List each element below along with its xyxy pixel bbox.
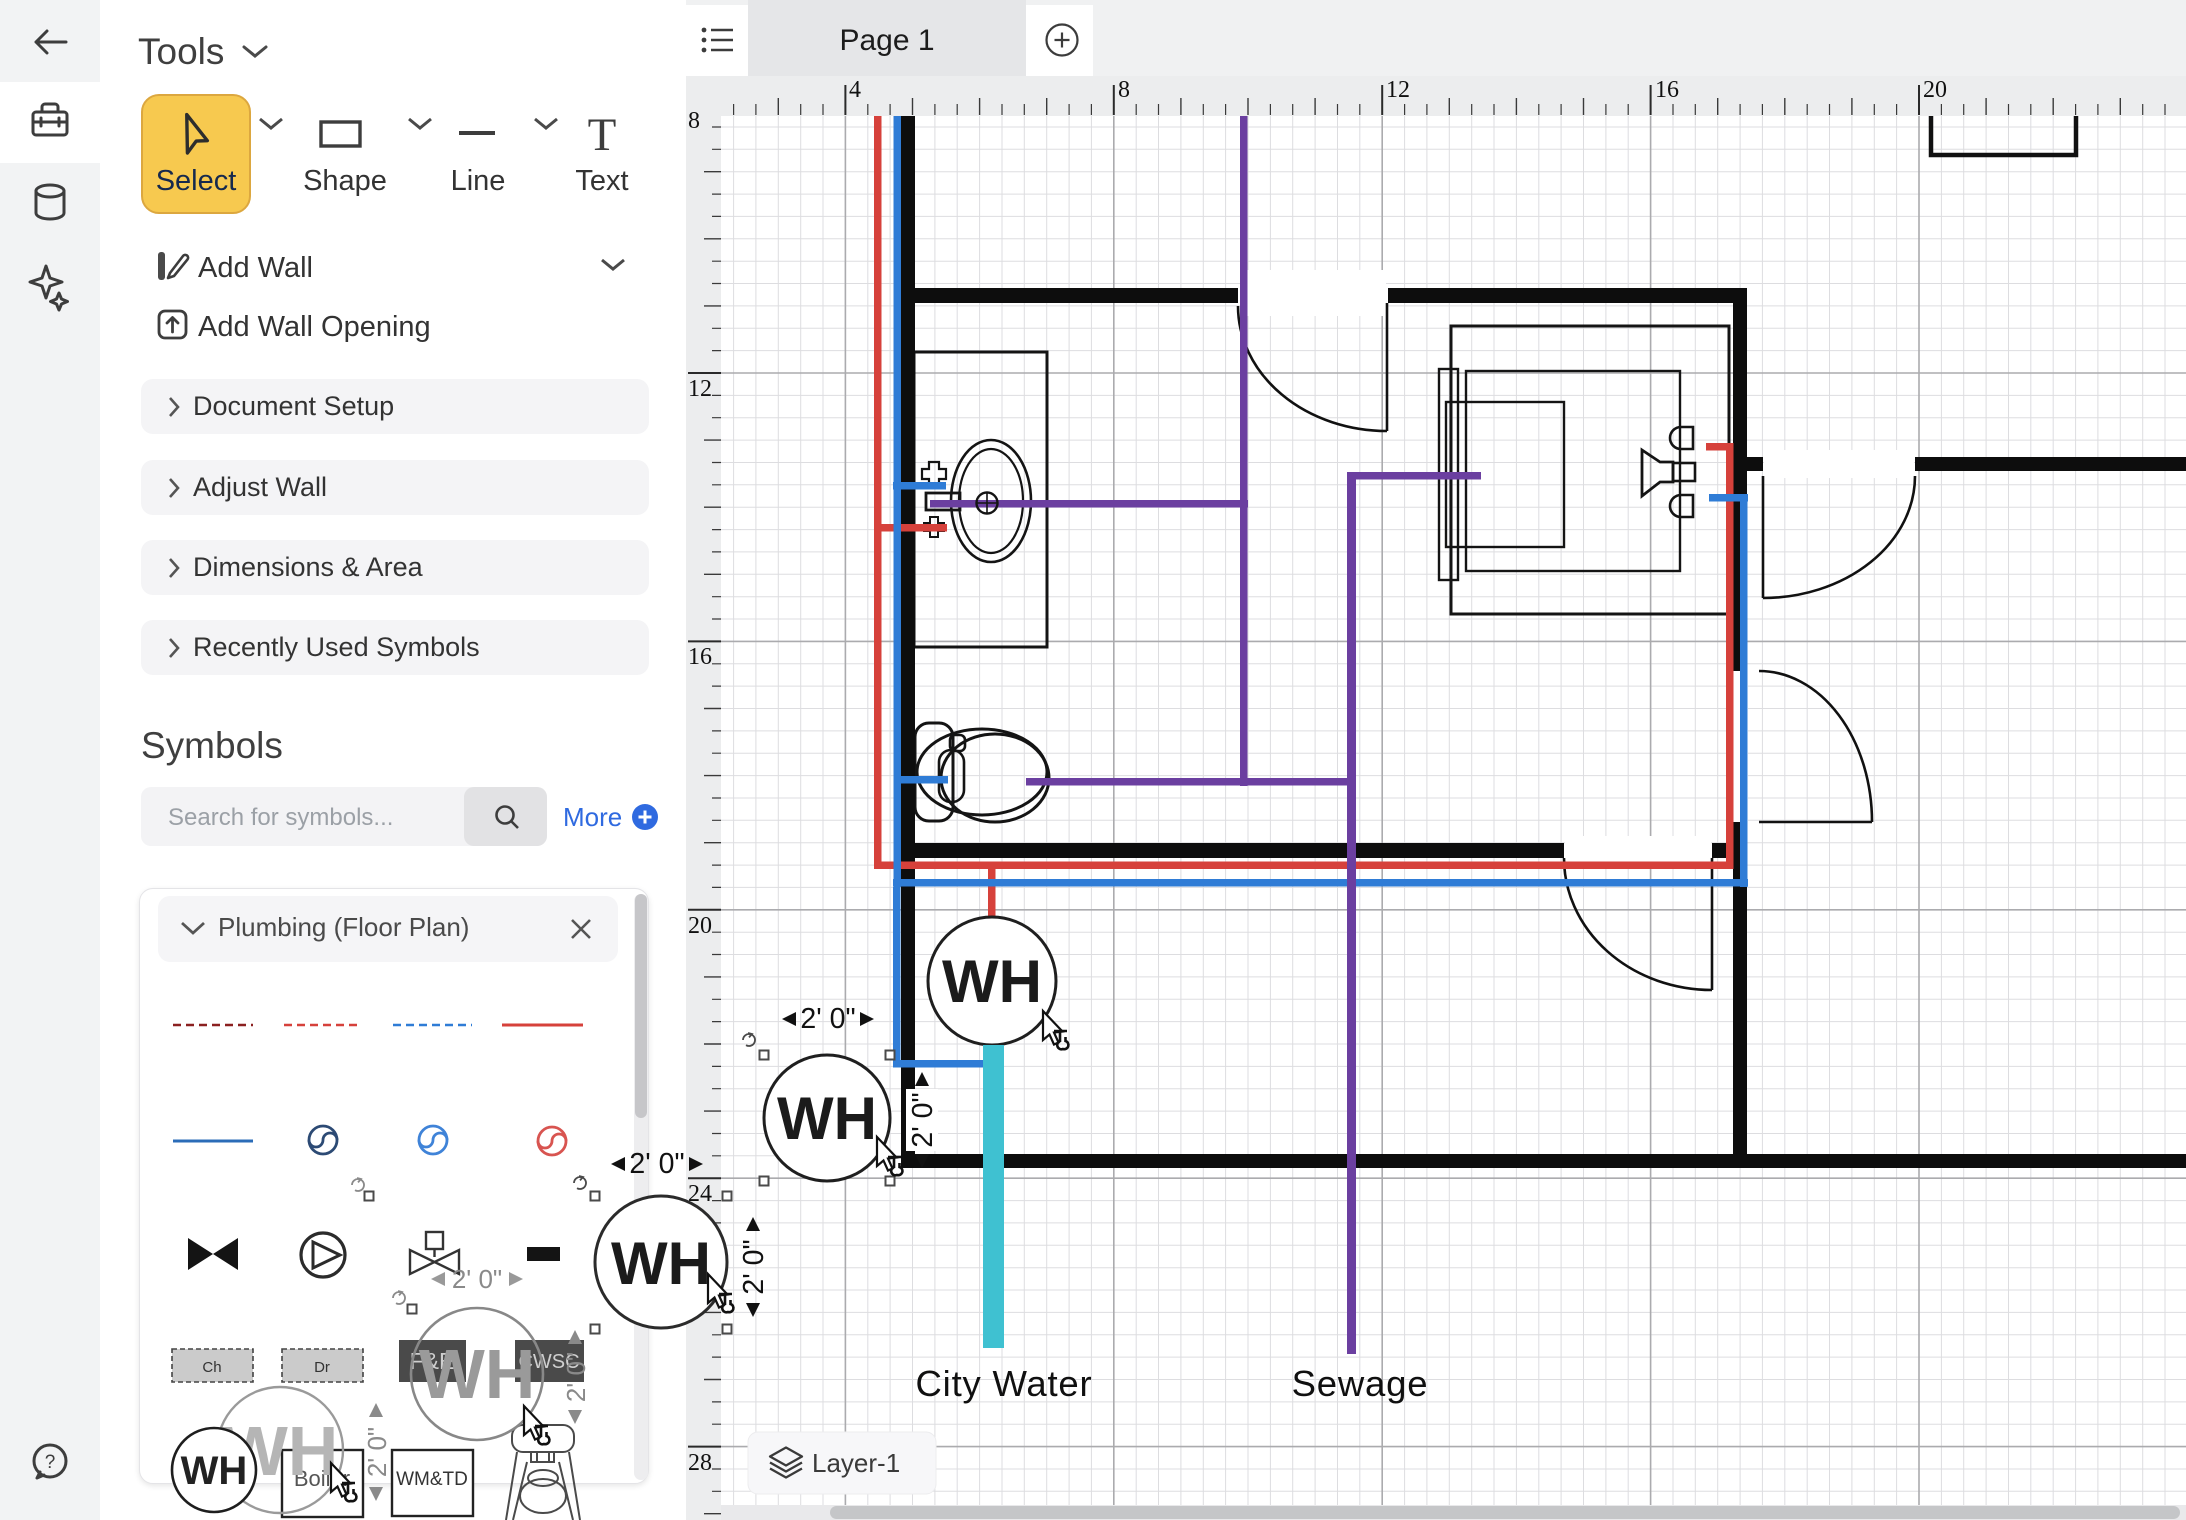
svg-text:Ch: Ch xyxy=(202,1359,221,1376)
svg-text:2' 0": 2' 0" xyxy=(561,1352,591,1402)
svg-text:WH: WH xyxy=(611,1230,711,1297)
svg-text:2' 0": 2' 0" xyxy=(738,1239,770,1294)
svg-text:WM&TD: WM&TD xyxy=(396,1469,468,1490)
svg-text:2' 0": 2' 0" xyxy=(362,1427,392,1477)
svg-text:2' 0": 2' 0" xyxy=(629,1148,684,1180)
svg-text:WH: WH xyxy=(419,1335,536,1413)
svg-text:2' 0": 2' 0" xyxy=(452,1264,502,1294)
svg-text:WH: WH xyxy=(181,1449,248,1493)
svg-text:Dr: Dr xyxy=(314,1359,330,1376)
